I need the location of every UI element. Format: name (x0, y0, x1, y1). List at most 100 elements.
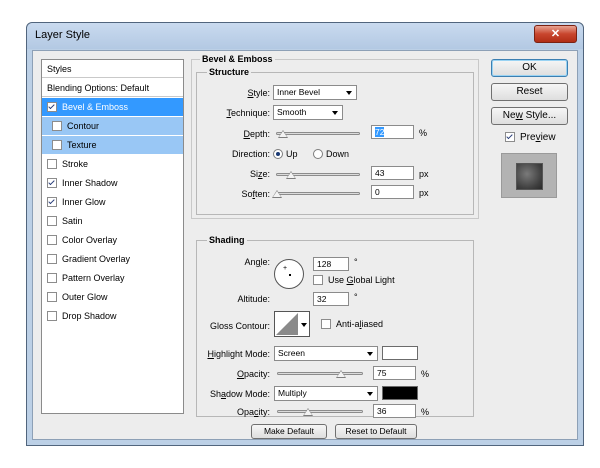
reset-to-default-button[interactable]: Reset to Default (335, 424, 417, 439)
depth-slider[interactable] (276, 130, 360, 138)
title-bar[interactable]: Layer Style ✕ (27, 23, 583, 49)
gradient-overlay-checkbox[interactable] (47, 254, 57, 264)
texture-checkbox[interactable] (52, 140, 62, 150)
shadow-opacity-slider-thumb[interactable] (303, 408, 314, 416)
styles-list: Styles Blending Options: Default Bevel &… (41, 59, 184, 414)
shading-group: Shading Angle: + 128 ° Use Global Light … (196, 235, 474, 418)
technique-label: Technique: (226, 108, 270, 118)
make-default-button[interactable]: Make Default (251, 424, 327, 439)
chevron-down-icon (367, 392, 373, 396)
bevel-emboss-group: Bevel & Emboss Structure Style: Inner Be… (191, 54, 479, 219)
pattern-overlay-checkbox[interactable] (47, 273, 57, 283)
new-style-button[interactable]: New Style... (491, 107, 568, 125)
styles-item-label: Contour (67, 121, 100, 131)
use-global-light-checkbox[interactable]: Use Global Light (313, 275, 395, 285)
layer-style-dialog: Layer Style ✕ Styles Blending Options: D… (26, 22, 584, 446)
altitude-value: 32 (317, 294, 327, 304)
shadow-mode-dropdown[interactable]: Multiply (274, 386, 378, 401)
structure-title: Structure (207, 67, 252, 77)
size-slider-thumb[interactable] (286, 171, 297, 179)
shadow-opacity-input[interactable]: 36 (373, 404, 416, 418)
close-button[interactable]: ✕ (534, 25, 577, 43)
styles-item-drop-shadow[interactable]: Drop Shadow (42, 307, 183, 325)
size-value: 43 (375, 168, 385, 178)
styles-item-contour[interactable]: Contour (42, 117, 183, 135)
reset-to-default-label: Reset to Default (345, 426, 407, 436)
style-label: Style: (247, 88, 270, 98)
ok-label: OK (522, 62, 537, 73)
styles-item-inner-shadow[interactable]: Inner Shadow (42, 174, 183, 192)
styles-item-pattern-overlay[interactable]: Pattern Overlay (42, 269, 183, 287)
angle-dial[interactable]: + (274, 259, 304, 289)
contour-curve-icon (276, 313, 298, 335)
satin-checkbox[interactable] (47, 216, 57, 226)
reset-button[interactable]: Reset (491, 83, 568, 101)
bevel-emboss-checkbox[interactable] (47, 102, 57, 112)
styles-item-satin[interactable]: Satin (42, 212, 183, 230)
shadow-opacity-value: 36 (377, 406, 387, 416)
size-slider[interactable] (276, 171, 360, 179)
soften-input[interactable]: 0 (371, 185, 414, 199)
styles-item-label: Drop Shadow (62, 311, 117, 321)
highlight-opacity-unit: % (421, 369, 430, 379)
checkbox-icon (505, 132, 515, 142)
direction-up-radio[interactable]: Up (273, 149, 298, 159)
preview-checkbox[interactable]: Preview (505, 132, 556, 143)
styles-item-stroke[interactable]: Stroke (42, 155, 183, 173)
highlight-mode-value: Screen (278, 348, 305, 358)
inner-glow-checkbox[interactable] (47, 197, 57, 207)
dial-center-icon (289, 274, 291, 276)
direction-down-label: Down (326, 149, 350, 159)
styles-item-label: Outer Glow (62, 292, 108, 302)
stroke-checkbox[interactable] (47, 159, 57, 169)
inner-shadow-checkbox[interactable] (47, 178, 57, 188)
soften-label: Soften: (241, 189, 270, 199)
shadow-mode-label: Shadow Mode: (209, 389, 270, 399)
highlight-opacity-input[interactable]: 75 (373, 366, 416, 380)
close-icon: ✕ (550, 28, 561, 40)
styles-item-texture[interactable]: Texture (42, 136, 183, 154)
highlight-opacity-value: 75 (377, 368, 387, 378)
highlight-color-swatch[interactable] (382, 346, 418, 360)
angle-value: 128 (317, 259, 332, 269)
soften-slider-thumb[interactable] (272, 190, 282, 198)
styles-item-label: Bevel & Emboss (62, 102, 129, 112)
styles-item-label: Pattern Overlay (62, 273, 125, 283)
chevron-down-icon (301, 323, 307, 327)
styles-item-color-overlay[interactable]: Color Overlay (42, 231, 183, 249)
direction-down-radio[interactable]: Down (313, 149, 349, 159)
dialog-body: Styles Blending Options: Default Bevel &… (32, 50, 578, 440)
ok-button[interactable]: OK (491, 59, 568, 77)
highlight-opacity-slider-thumb[interactable] (336, 370, 346, 378)
altitude-unit: ° (354, 292, 358, 302)
shadow-color-swatch[interactable] (382, 386, 418, 400)
shadow-opacity-slider[interactable] (277, 408, 363, 416)
soften-slider[interactable] (272, 190, 360, 198)
styles-item-label: Satin (62, 216, 83, 226)
make-default-label: Make Default (263, 426, 315, 436)
styles-item-gradient-overlay[interactable]: Gradient Overlay (42, 250, 183, 268)
styles-header[interactable]: Styles (42, 60, 183, 78)
highlight-mode-dropdown[interactable]: Screen (274, 346, 378, 361)
gloss-contour-picker[interactable] (274, 311, 310, 337)
styles-item-outer-glow[interactable]: Outer Glow (42, 288, 183, 306)
outer-glow-checkbox[interactable] (47, 292, 57, 302)
style-dropdown[interactable]: Inner Bevel (273, 85, 357, 100)
styles-item-inner-glow[interactable]: Inner Glow (42, 193, 183, 211)
size-input[interactable]: 43 (371, 166, 414, 180)
depth-input[interactable]: 72 (371, 125, 414, 139)
technique-dropdown[interactable]: Smooth (273, 105, 343, 120)
drop-shadow-checkbox[interactable] (47, 311, 57, 321)
blending-options-item[interactable]: Blending Options: Default (42, 79, 183, 97)
angle-input[interactable]: 128 (313, 257, 349, 271)
highlight-opacity-slider[interactable] (277, 370, 363, 378)
style-value: Inner Bevel (277, 87, 320, 97)
depth-slider-thumb[interactable] (277, 130, 288, 138)
anti-aliased-checkbox[interactable]: Anti-aliased (321, 319, 383, 329)
styles-item-bevel-emboss[interactable]: Bevel & Emboss (42, 98, 183, 116)
soften-unit: px (419, 188, 429, 198)
contour-checkbox[interactable] (52, 121, 62, 131)
altitude-input[interactable]: 32 (313, 292, 349, 306)
crosshair-icon: + (283, 265, 288, 272)
color-overlay-checkbox[interactable] (47, 235, 57, 245)
